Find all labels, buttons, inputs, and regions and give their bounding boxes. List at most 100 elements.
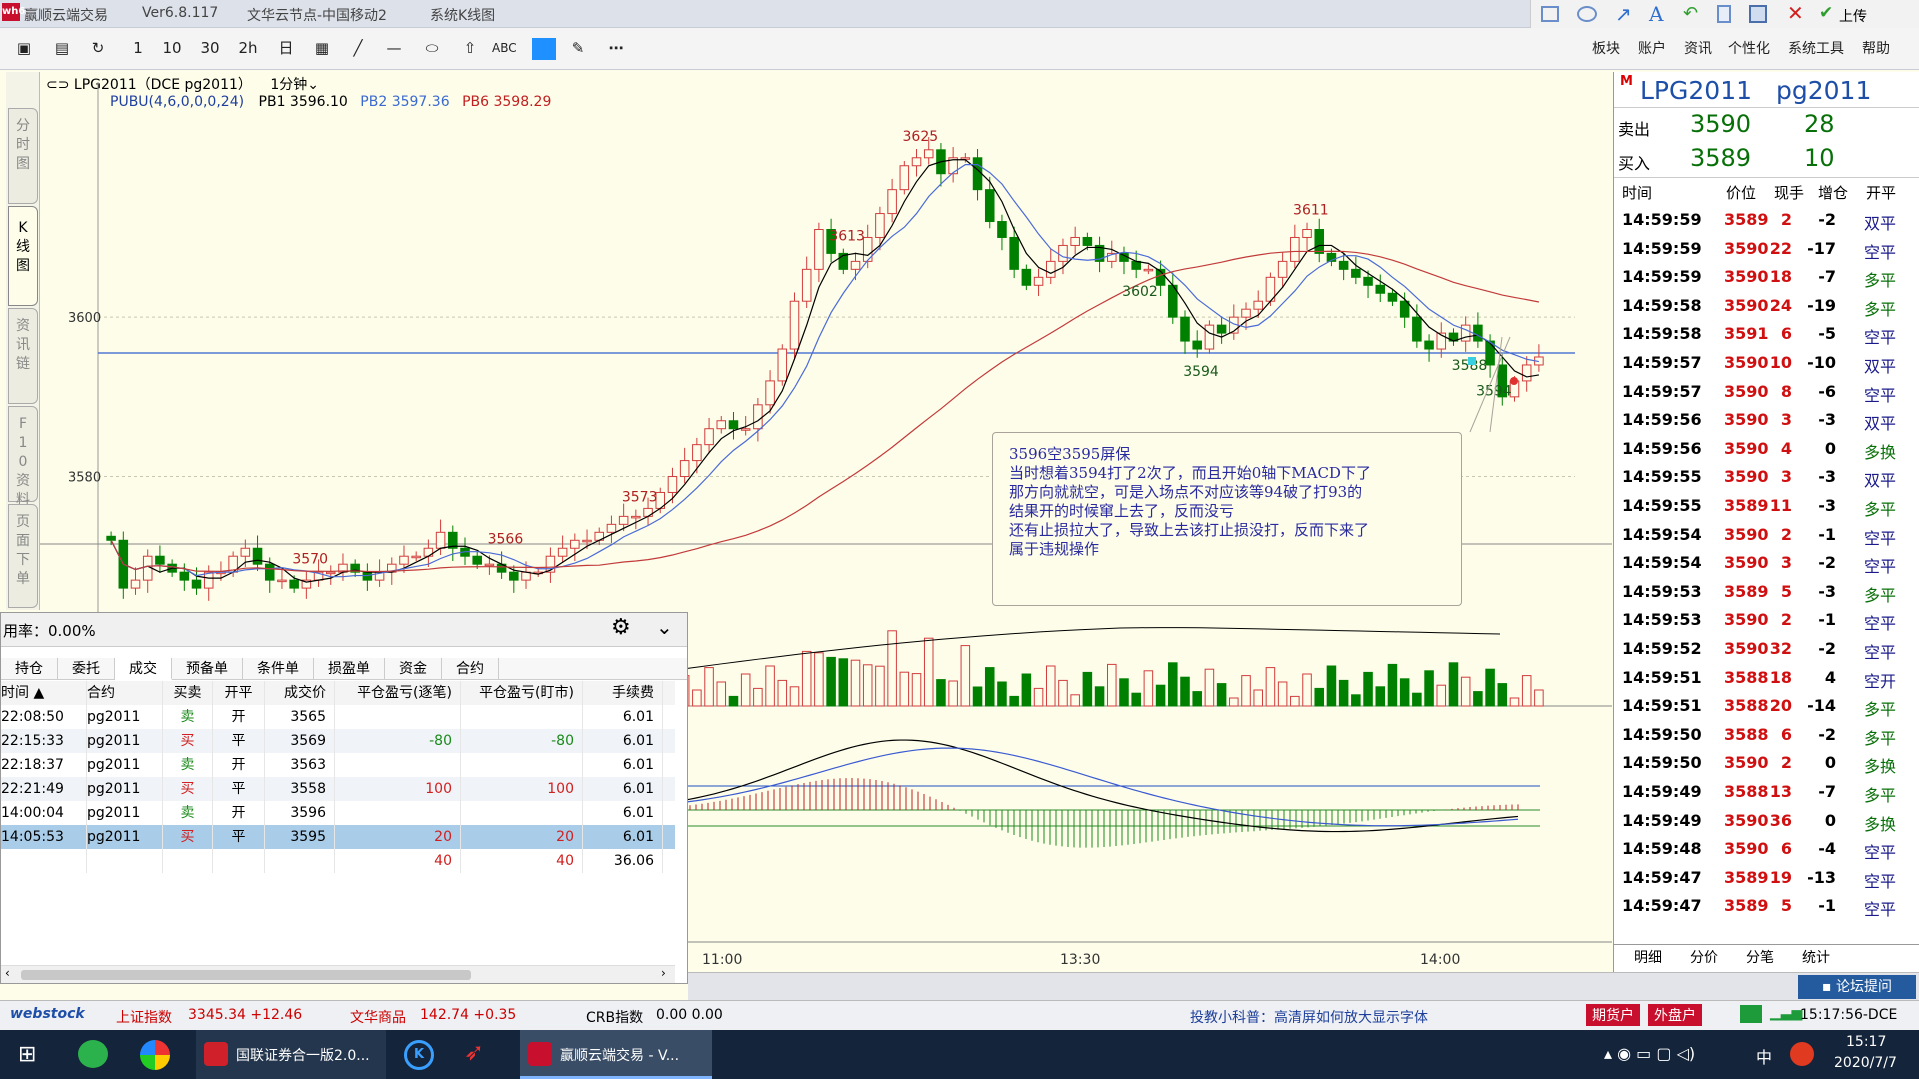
wechat-icon[interactable] (78, 1040, 108, 1068)
tick-cell: 空平 (1864, 385, 1897, 405)
tick-cell: 14:59:47 (1622, 867, 1702, 887)
save-icon[interactable] (1749, 5, 1767, 23)
hline-icon[interactable]: — (382, 35, 406, 61)
trade-tab-6[interactable]: 资金 (385, 658, 442, 680)
trade-tab-2[interactable]: 成交 (115, 658, 172, 680)
scroll-right-icon[interactable]: › (661, 966, 666, 980)
menu-system-tools[interactable]: 系统工具 (1788, 38, 1844, 58)
antivirus-icon[interactable] (1790, 1042, 1814, 1066)
futures-account-button[interactable]: 期货户 (1586, 1004, 1640, 1026)
tick-cell: 双平 (1864, 214, 1897, 233)
period-1min-button[interactable]: 1 (126, 35, 150, 61)
layout-grid-icon[interactable]: ▦ (310, 35, 334, 61)
table-row[interactable]: 14:00:04 pg2011 卖开 3596 6.01 (1, 801, 675, 825)
tab-page-order[interactable]: 页面下单 (8, 504, 38, 608)
draw-line-icon[interactable]: ╱ (346, 35, 370, 61)
tick-cell: 3 (1780, 410, 1792, 430)
table-row[interactable]: 22:08:50 pg2011 卖开 3565 6.01 (1, 705, 675, 729)
menu-help[interactable]: 帮助 (1862, 38, 1890, 58)
k-app-icon[interactable]: K (404, 1040, 434, 1070)
period-10min-button[interactable]: 10 (160, 35, 184, 61)
foreign-account-button[interactable]: 外盘户 (1648, 1004, 1702, 1026)
draw-arrow-icon[interactable]: ↗ (1615, 2, 1632, 26)
candle-body (582, 539, 592, 543)
scroll-thumb[interactable] (21, 970, 471, 980)
sell-volume: 28 (1804, 110, 1835, 138)
period-30min-button[interactable]: 30 (198, 35, 222, 61)
volume-bar (1045, 665, 1056, 707)
table-row[interactable]: 14:05:53 pg2011 买平 3595 20 20 6.01 (1, 825, 675, 849)
candle-body (1058, 244, 1068, 262)
windows-start-icon[interactable]: ⊞ (18, 1042, 36, 1067)
text-tool-icon[interactable]: ABC (492, 35, 517, 61)
settings-gear-icon[interactable]: ⚙ (611, 615, 631, 640)
menu-account[interactable]: 账户 (1638, 38, 1666, 58)
draw-text-icon[interactable]: A (1649, 2, 1663, 26)
volume-bar (801, 650, 812, 707)
cell: 卖 (163, 753, 213, 777)
chrome-icon[interactable] (140, 1040, 170, 1070)
trade-tab-0[interactable]: 持仓 (1, 658, 58, 680)
undo-icon[interactable]: ↶ (1683, 3, 1698, 24)
save-layout-icon[interactable]: ▤ (50, 35, 74, 61)
trade-tab-1[interactable]: 委托 (58, 658, 115, 680)
tab-price-dist[interactable]: 分价 (1690, 947, 1718, 967)
tab-f10[interactable]: F10资料 (8, 406, 38, 508)
candle-body (960, 157, 971, 160)
draw-rect-icon[interactable] (1541, 6, 1559, 22)
taskbar-app-yingshun[interactable]: 赢顺云端交易 - V... (520, 1030, 712, 1079)
scroll-left-icon[interactable]: ‹ (5, 966, 10, 980)
ime-indicator[interactable]: 中 (1756, 1044, 1772, 1068)
forum-button[interactable]: ▪ 论坛提问 (1798, 975, 1916, 999)
tick-row: 14:59:47 3589 5 -1 空平 (1614, 892, 1919, 920)
color-swatch[interactable] (532, 38, 556, 60)
tick-row: 14:59:56 3590 4 0 多换 (1614, 435, 1919, 463)
upload-button[interactable]: 上传 (1839, 6, 1867, 26)
period-day-button[interactable]: 日 (274, 35, 298, 61)
tab-stats[interactable]: 统计 (1802, 947, 1830, 967)
arrow-up-icon[interactable]: ⇧ (458, 35, 482, 61)
table-header[interactable]: 时间 ▲ 合约 买卖 开平 成交价 平仓盈亏(逐笔) 平仓盈亏(盯市) 手续费 (1, 681, 675, 705)
arrow-app-icon[interactable]: ➶ (464, 1038, 484, 1066)
table-row[interactable]: 22:15:33 pg2011 买平 3569 -80 -80 6.01 (1, 729, 675, 753)
draw-ellipse-icon[interactable] (1577, 6, 1597, 22)
menu-news[interactable]: 资讯 (1684, 38, 1712, 58)
copy-icon[interactable] (1717, 5, 1731, 23)
sell-label: 卖出 (1618, 120, 1651, 139)
cell (461, 801, 583, 825)
trade-tab-5[interactable]: 损盈单 (314, 658, 385, 680)
tick-row: 14:59:59 3590 18 -7 多平 (1614, 263, 1919, 291)
volume-bar (1399, 678, 1410, 707)
delete-icon[interactable]: ✕ (1787, 1, 1804, 25)
tab-kline[interactable]: K线图 (8, 206, 38, 306)
trade-tab-4[interactable]: 条件单 (243, 658, 314, 680)
cell: 6.01 (583, 729, 663, 753)
tab-ticks[interactable]: 分笔 (1746, 947, 1774, 967)
tip-text[interactable]: 投教小科普：高清屏如何放大显示字体 (1190, 1007, 1428, 1027)
cell: 14:00:04 (1, 801, 87, 825)
tab-detail[interactable]: 明细 (1634, 947, 1662, 967)
table-row[interactable]: 40 40 36.06 (1, 849, 675, 873)
tab-timeshare[interactable]: 分时图 (8, 108, 38, 204)
ellipse-icon[interactable]: ⬭ (420, 35, 444, 61)
refresh-icon[interactable]: ↻ (86, 35, 110, 61)
horizontal-scrollbar[interactable]: ‹ › (1, 965, 675, 983)
table-row[interactable]: 22:21:49 pg2011 买平 3558 100 100 6.01 (1, 777, 675, 801)
taskbar-app-guolian[interactable]: 国联证券合一版2.0... (196, 1030, 386, 1079)
tick-cell: 0 (1824, 438, 1836, 458)
menu-personalize[interactable]: 个性化 (1728, 38, 1770, 58)
tab-news-chain[interactable]: 资讯链 (8, 308, 38, 404)
more-icon[interactable]: ⋯ (604, 35, 628, 61)
order-icon[interactable]: ▣ (12, 35, 36, 61)
trade-tab-3[interactable]: 预备单 (172, 658, 243, 680)
tray-icons[interactable]: ▴ ◉ ▭ ▢ ◁) (1604, 1044, 1695, 1063)
collapse-icon[interactable]: ⌄ (656, 615, 673, 639)
cell: 3569 (265, 729, 335, 753)
trade-tab-7[interactable]: 合约 (442, 658, 499, 680)
eraser-icon[interactable]: ✎ (566, 35, 590, 61)
menu-sector[interactable]: 板块 (1592, 38, 1620, 58)
table-row[interactable]: 22:18:37 pg2011 卖开 3563 6.01 (1, 753, 675, 777)
candle-body (521, 571, 531, 581)
candle-body (692, 444, 702, 462)
period-2h-button[interactable]: 2h (236, 35, 260, 61)
